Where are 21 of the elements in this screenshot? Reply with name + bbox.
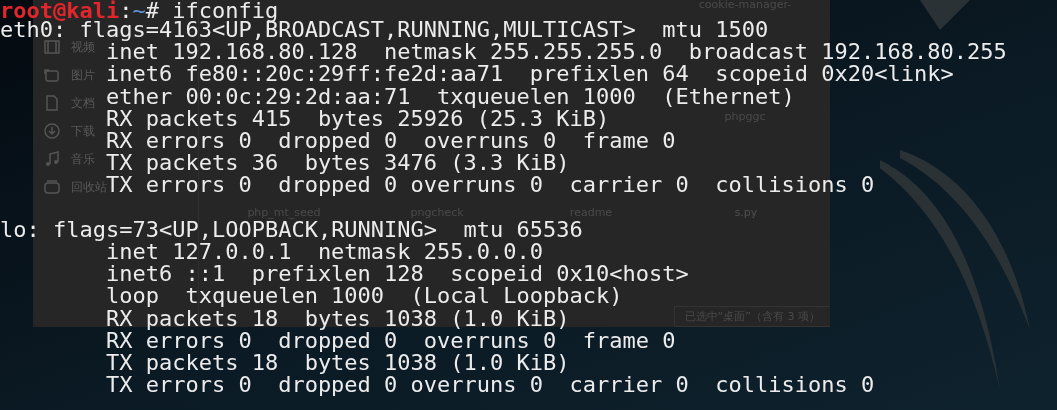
terminal-line: TX packets 18 bytes 1038 (1.0 KiB) [105,352,570,375]
terminal-line: loop txqueuelen 1000 (Local Loopback) [105,285,623,308]
document-icon [43,94,61,112]
download-icon [43,122,61,140]
terminal-line: RX errors 0 dropped 0 overruns 0 frame 0 [105,130,676,153]
terminal-line: lo: flags=73<UP,LOOPBACK,RUNNING> mtu 65536 [0,218,583,241]
film-icon [43,38,61,56]
photo-icon [43,66,61,84]
terminal-line: RX packets 415 bytes 25926 (25.3 KiB) [105,107,610,130]
terminal-line: inet6 fe80::20c:29ff:fe2d:aa71 prefixlen 64 scopeid 0x20<link> [105,63,954,86]
terminal-line: inet 192.168.80.128 netmask 255.255.255.0 broadcast 192.168.80.255 [105,41,1007,64]
terminal-line: RX packets 18 bytes 1038 (1.0 KiB) [105,307,570,330]
music-note-icon [43,150,61,168]
trash-icon [43,178,61,196]
terminal-line: TX packets 36 bytes 3476 (3.3 KiB) [105,152,570,175]
terminal-line: inet6 ::1 prefixlen 128 scopeid 0x10<host> [105,263,689,286]
terminal-line: ether 00:0c:29:2d:aa:71 txqueuelen 1000 (Ethernet) [105,85,795,108]
terminal-line: inet 127.0.0.1 netmask 255.0.0.0 [105,241,544,264]
terminal-line: TX errors 0 dropped 0 overruns 0 carrier 0 collisions 0 [105,374,875,397]
terminal-line: RX errors 0 dropped 0 overruns 0 frame 0 [105,329,676,353]
terminal-line: TX errors 0 dropped 0 overruns 0 carrier 0 collisions 0 [105,174,875,197]
